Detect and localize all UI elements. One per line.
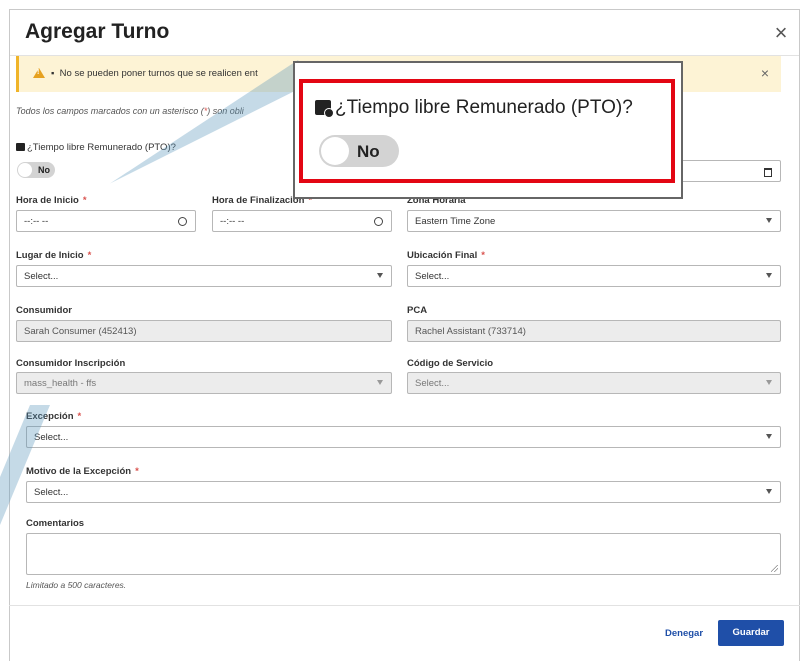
consumer-field: Sarah Consumer (452413) <box>16 320 392 342</box>
close-button[interactable]: × <box>769 21 793 45</box>
zoomed-pto-toggle[interactable]: No <box>319 135 399 167</box>
pto-toggle-value: No <box>38 165 50 175</box>
pca-field: Rachel Assistant (733714) <box>407 320 781 342</box>
pto-label-row: ¿Tiempo libre Remunerado (PTO)? <box>16 142 176 153</box>
end-time-input[interactable]: --:-- -- <box>212 210 392 232</box>
toggle-knob <box>321 137 349 165</box>
chevron-down-icon <box>766 489 772 494</box>
end-location-select[interactable]: Select... <box>407 265 781 287</box>
chevron-down-icon <box>377 380 383 385</box>
required-fields-note: Todos los campos marcados con un asteris… <box>16 106 244 116</box>
modal-footer: Denegar Guardar <box>9 605 800 654</box>
cancel-button[interactable]: Denegar <box>665 628 703 639</box>
alert-text: No se pueden poner turnos que se realice… <box>59 68 258 79</box>
modal-header: Agregar Turno × <box>10 10 799 56</box>
zoomed-pto-toggle-value: No <box>357 142 380 161</box>
alert-bullet: ▪ <box>51 68 55 79</box>
enrollment-label: Consumidor Inscripción <box>16 358 126 369</box>
timezone-select[interactable]: Eastern Time Zone <box>407 210 781 232</box>
chevron-down-icon <box>377 273 383 278</box>
warning-icon <box>33 68 45 78</box>
start-location-label: Lugar de Inicio * <box>16 250 92 261</box>
date-field[interactable] <box>673 160 781 182</box>
zoomed-pto-label-row: ¿Tiempo libre Remunerado (PTO)? <box>315 97 633 119</box>
pto-label: ¿Tiempo libre Remunerado (PTO)? <box>27 142 176 153</box>
zoom-callout: ¿Tiempo libre Remunerado (PTO)? No <box>293 61 683 199</box>
exception-reason-select[interactable]: Select... <box>26 481 781 503</box>
clock-icon <box>374 217 383 226</box>
calendar-icon <box>764 168 772 177</box>
clock-icon <box>178 217 187 226</box>
service-code-select: Select... <box>407 372 781 394</box>
comments-label: Comentarios <box>26 518 85 529</box>
save-button[interactable]: Guardar <box>718 620 784 646</box>
toggle-knob <box>18 163 32 177</box>
consumer-label: Consumidor <box>16 305 72 316</box>
chevron-down-icon <box>766 380 772 385</box>
exception-reason-label: Motivo de la Excepción * <box>26 466 139 477</box>
alert-close-button[interactable]: × <box>761 65 769 81</box>
exception-select[interactable]: Select... <box>26 426 781 448</box>
briefcase-clock-icon <box>315 100 334 118</box>
start-location-select[interactable]: Select... <box>16 265 392 287</box>
enrollment-select: mass_health - ffs <box>16 372 392 394</box>
comments-textarea[interactable] <box>26 533 781 575</box>
end-location-label: Ubicación Final * <box>407 250 485 261</box>
resize-handle-icon[interactable] <box>771 565 778 572</box>
start-time-input[interactable]: --:-- -- <box>16 210 196 232</box>
start-time-label: Hora de Inicio * <box>16 195 87 206</box>
chevron-down-icon <box>766 434 772 439</box>
chevron-down-icon <box>766 273 772 278</box>
pca-label: PCA <box>407 305 428 316</box>
character-limit-note: Limitado a 500 caracteres. <box>26 580 127 590</box>
modal-title: Agregar Turno <box>25 20 170 43</box>
briefcase-clock-icon <box>16 143 25 151</box>
pto-toggle[interactable]: No <box>17 162 55 178</box>
service-code-label: Código de Servicio <box>407 358 494 369</box>
highlight-box: ¿Tiempo libre Remunerado (PTO)? No <box>299 79 675 183</box>
zoomed-pto-label: ¿Tiempo libre Remunerado (PTO)? <box>335 97 633 118</box>
chevron-down-icon <box>766 218 772 223</box>
